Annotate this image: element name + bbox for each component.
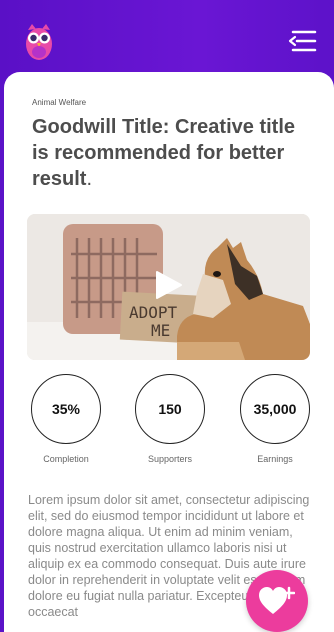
video-thumbnail[interactable]: ADOPT ME xyxy=(27,214,310,360)
stat-earnings: 35,000 Earnings xyxy=(237,374,313,464)
sign-text-2: ME xyxy=(151,321,170,340)
category-label: Animal Welfare xyxy=(32,98,87,107)
menu-collapse-icon[interactable] xyxy=(287,28,317,54)
sign-text-1: ADOPT xyxy=(129,303,178,322)
heart-plus-icon xyxy=(259,586,295,614)
title-text: Goodwill Title: Creative title is recomm… xyxy=(32,116,296,190)
stat-label: Completion xyxy=(43,454,89,464)
stat-label: Supporters xyxy=(147,454,193,464)
stat-supporters: 150 Supporters xyxy=(132,374,208,464)
stat-label: Earnings xyxy=(257,454,293,464)
stat-value: 35,000 xyxy=(240,374,310,444)
play-icon[interactable] xyxy=(155,270,183,300)
donate-fab-button[interactable] xyxy=(246,570,308,632)
stat-value: 150 xyxy=(135,374,205,444)
stats-row: 35% Completion 150 Supporters 35,000 Ear… xyxy=(4,374,334,470)
stat-completion: 35% Completion xyxy=(28,374,104,464)
stat-value: 35% xyxy=(31,374,101,444)
top-bar xyxy=(0,0,334,80)
title-end: . xyxy=(86,168,93,190)
owl-icon[interactable] xyxy=(24,22,54,62)
content-card: Animal Welfare Goodwill Title: Creative … xyxy=(4,72,334,632)
page-title: Goodwill Title: Creative title is recomm… xyxy=(32,114,312,192)
